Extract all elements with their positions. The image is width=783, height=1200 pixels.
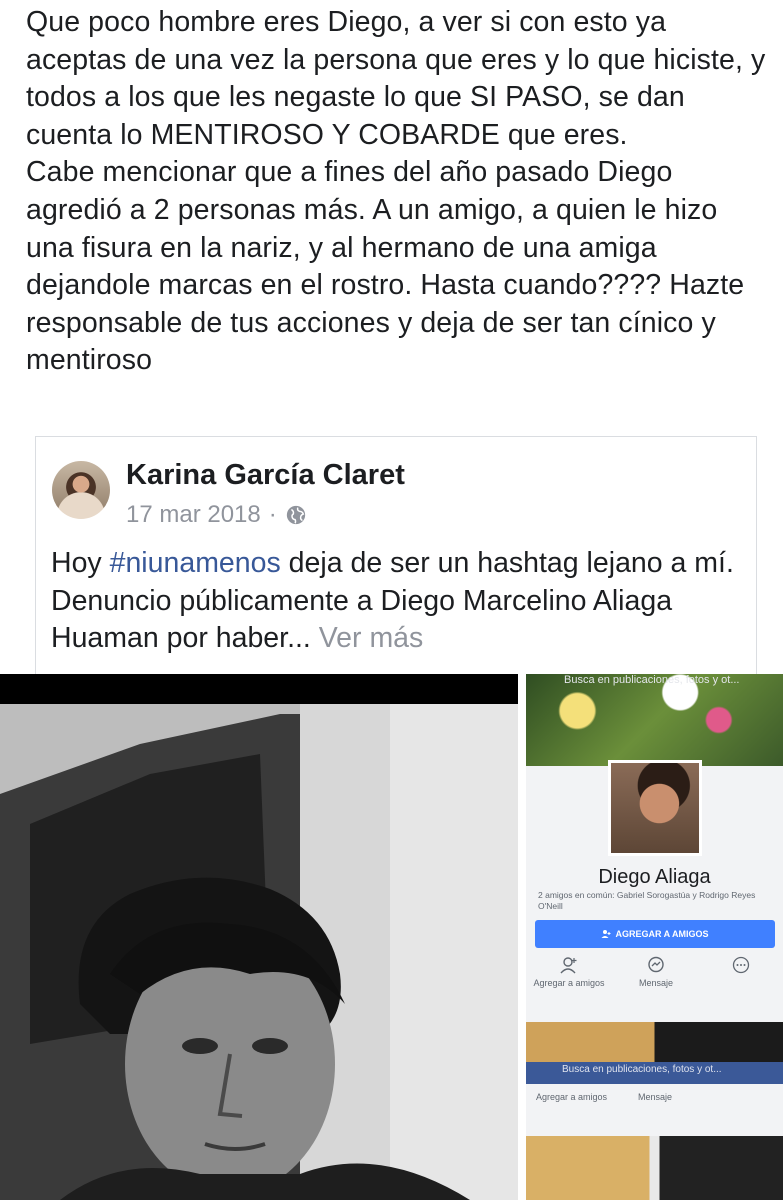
add-friend-label: AGREGAR A AMIGOS [615, 929, 709, 939]
shared-post-card[interactable]: Karina García Claret 17 mar 2018 · Hoy #… [35, 436, 757, 674]
action-add-label-2[interactable]: Agregar a amigos [536, 1092, 607, 1102]
author-avatar[interactable] [52, 461, 110, 519]
profile-actions-2: Agregar a amigos Mensaje [526, 1088, 783, 1108]
add-friend-icon [601, 930, 611, 938]
profile-picture[interactable] [608, 760, 702, 856]
post-paragraph-2: Cabe mencionar que a fines del año pasad… [26, 156, 745, 377]
action-more[interactable] [724, 956, 758, 978]
profile-name: Diego Aliaga [598, 866, 711, 888]
mutual-friends: 2 amigos en común: Gabriel Sorogastúa y … [538, 890, 756, 911]
globe-icon [286, 505, 305, 525]
post-body: Que poco hombre eres Diego, a ver si con… [26, 4, 766, 380]
profile-photo-strip-2 [526, 1136, 783, 1200]
person-plus-icon [560, 957, 577, 974]
see-more-link[interactable]: Ver más [319, 622, 424, 654]
messenger-icon [648, 956, 664, 973]
add-friend-button[interactable]: AGREGAR A AMIGOS [535, 920, 775, 948]
action-add-friend[interactable]: Agregar a amigos [532, 956, 606, 988]
profile-search-bar-2[interactable]: Busca en publicaciones, fotos y ot... [562, 1064, 777, 1075]
text-prefix: Hoy [51, 547, 110, 579]
profile-search-bar[interactable]: Busca en publicaciones, fotos y ot... [564, 674, 774, 692]
meta-separator: · [268, 501, 277, 528]
profile-actions: Agregar a amigos Mensaje [526, 956, 783, 996]
action-message-label-2[interactable]: Mensaje [638, 1092, 672, 1102]
post-paragraph-1: Que poco hombre eres Diego, a ver si con… [26, 6, 766, 151]
post-meta: 17 mar 2018 · [126, 501, 307, 529]
action-message[interactable]: Mensaje [626, 956, 686, 988]
shared-post-text: Hoy #niunamenos deja de ser un hashtag l… [51, 545, 741, 658]
author-name[interactable]: Karina García Claret [126, 459, 405, 492]
post-date[interactable]: 17 mar 2018 [126, 501, 261, 529]
action-add-label: Agregar a amigos [533, 978, 605, 988]
selfie-photo[interactable] [0, 674, 518, 1200]
action-message-label: Mensaje [638, 978, 674, 988]
profile-screenshot[interactable]: Busca en publicaciones, fotos y ot... Di… [526, 674, 783, 1200]
hashtag-link[interactable]: #niunamenos [110, 547, 281, 579]
profile-photo-strip [526, 1022, 783, 1062]
more-options-icon [732, 956, 750, 974]
selfie-image [0, 674, 518, 1200]
